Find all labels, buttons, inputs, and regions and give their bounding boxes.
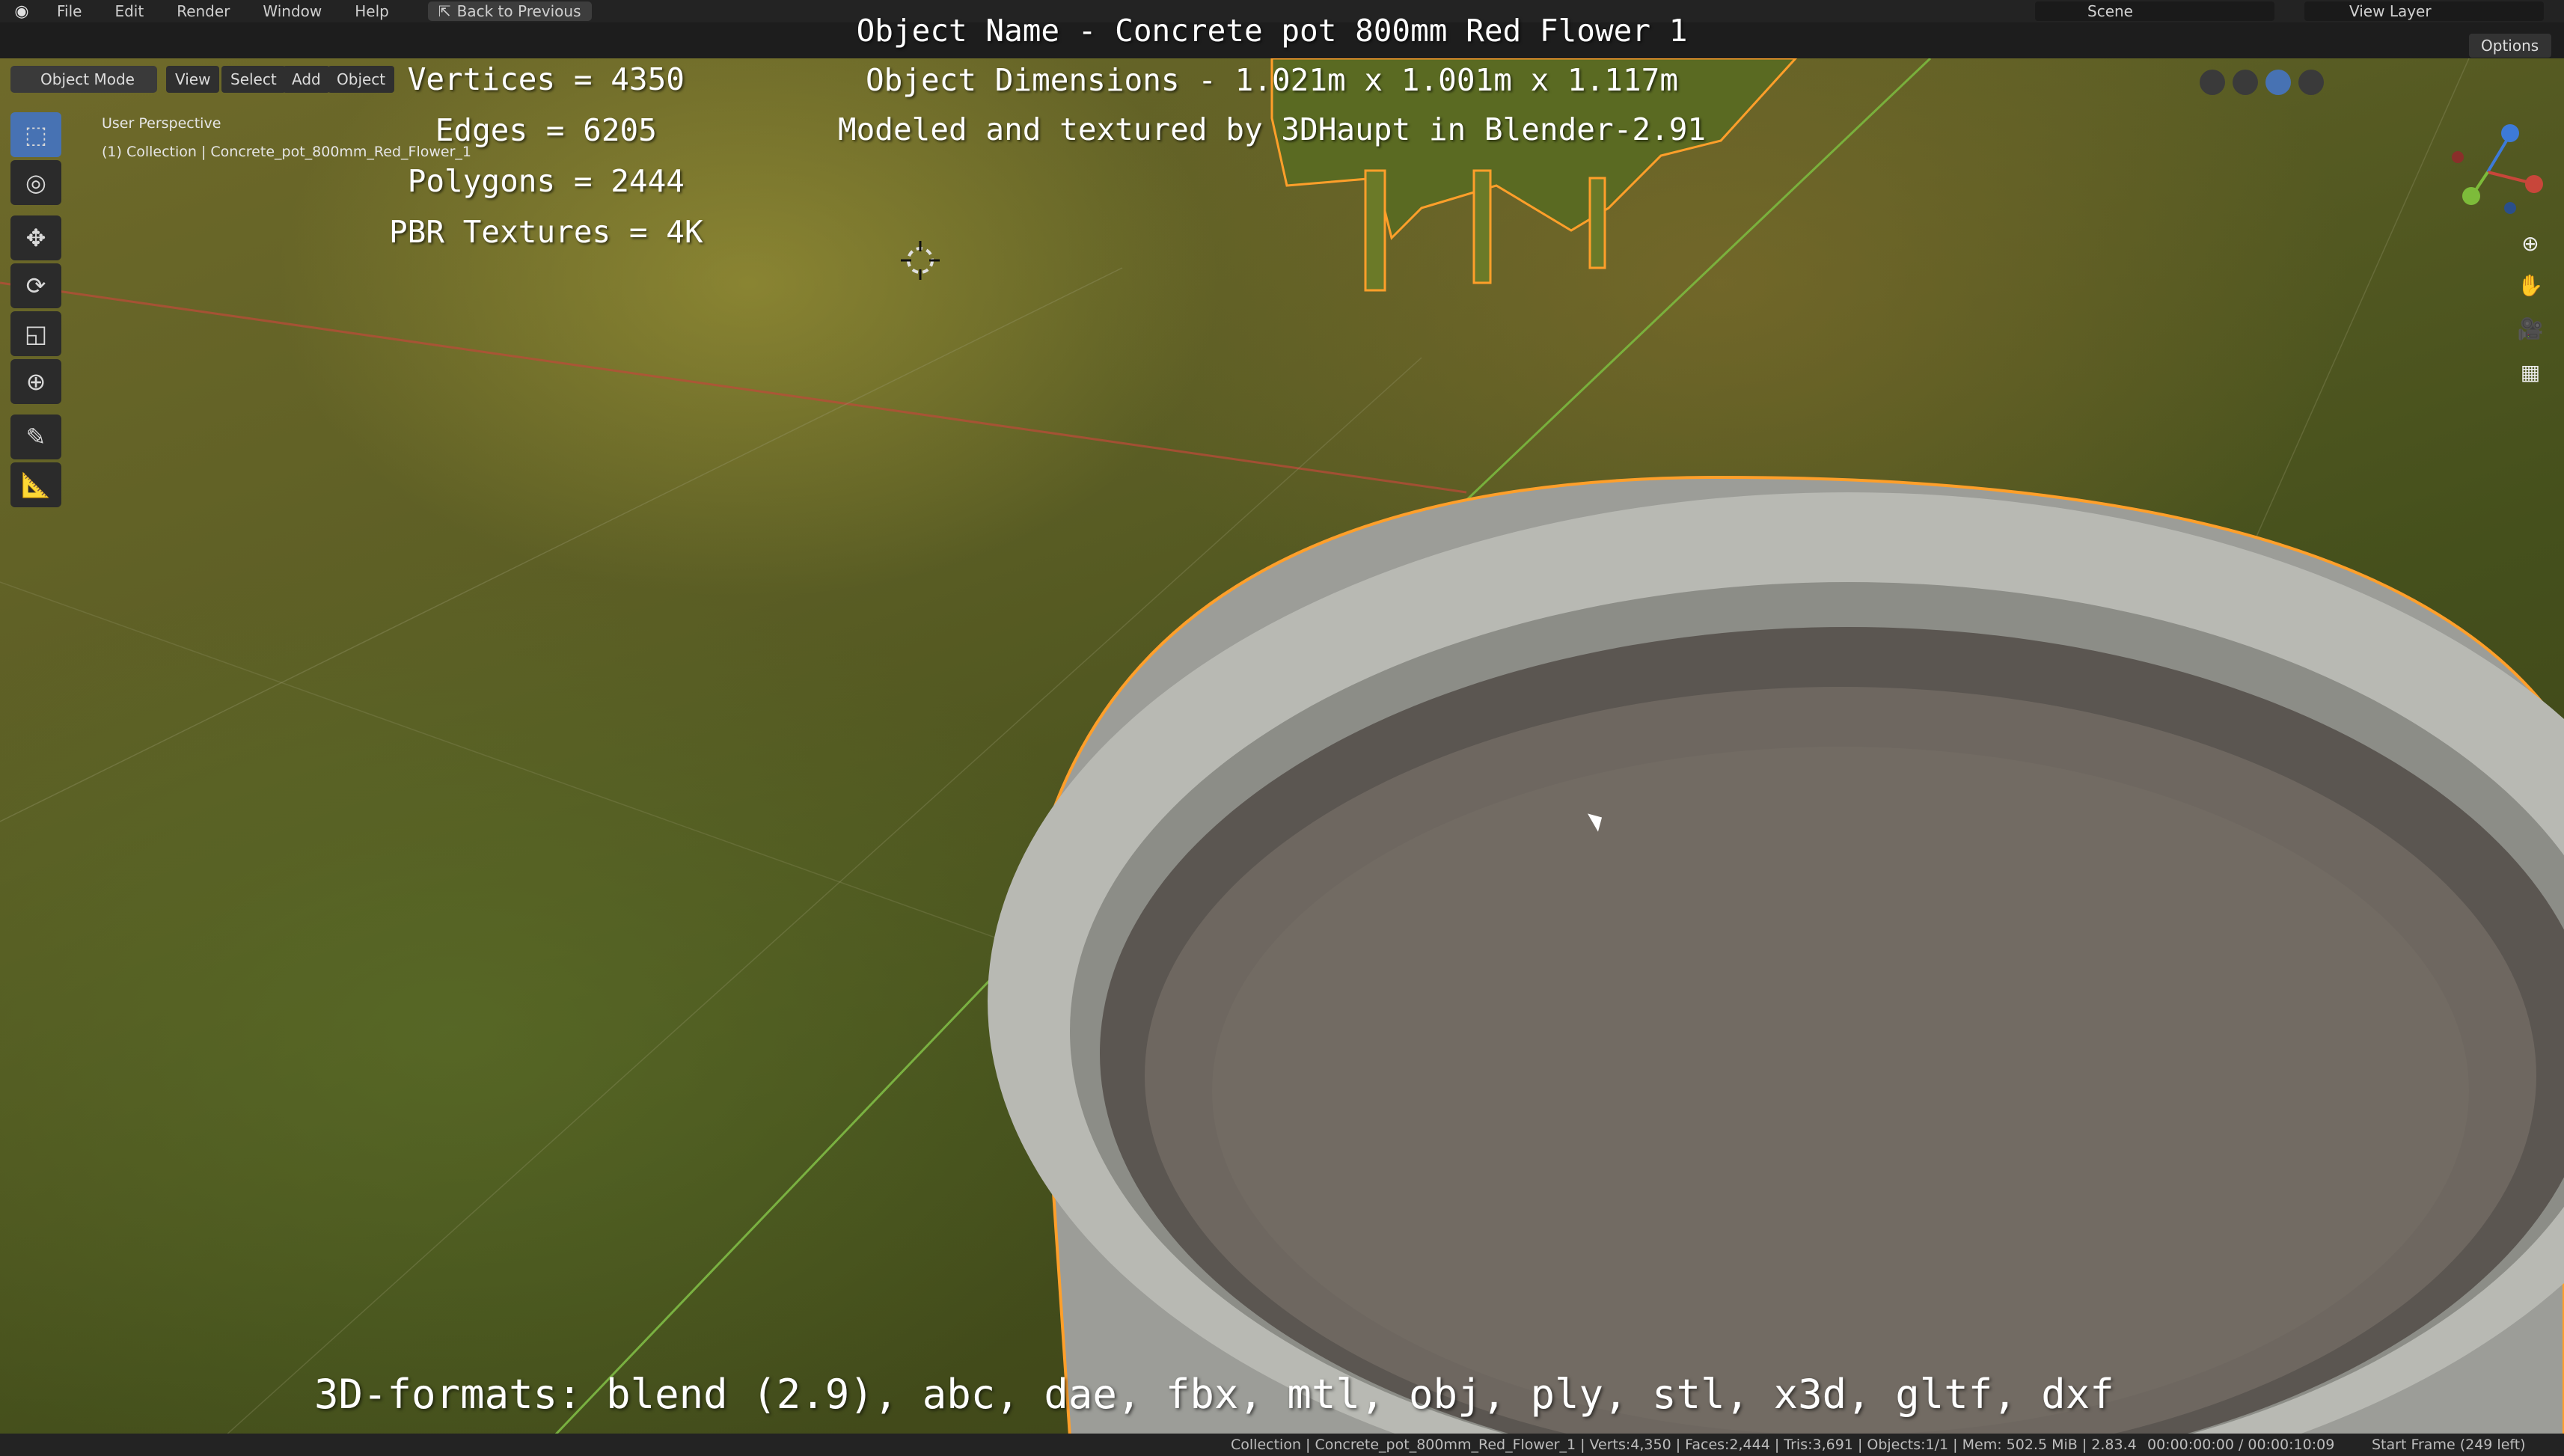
gizmo-x-icon	[2525, 175, 2543, 193]
grid-line	[0, 267, 1123, 822]
scene-selector[interactable]: Scene	[2035, 1, 2274, 21]
back-label: Back to Previous	[456, 2, 581, 20]
shading-material-icon[interactable]	[2265, 70, 2291, 95]
overlay-stats-block: Vertices = 4350 Edges = 6205 Polygons = …	[389, 54, 703, 257]
toolbar-left: ⬚ ◎ ✥ ⟳ ◱ ⊕ ✎ 📐	[10, 112, 66, 510]
measure-tool-icon[interactable]: 📐	[10, 462, 61, 507]
gizmo-y-icon	[2462, 187, 2480, 205]
header-menu-add[interactable]: Add	[283, 66, 330, 93]
menu-window[interactable]: Window	[254, 0, 331, 22]
textures-text: PBR Textures = 4K	[389, 214, 703, 250]
shading-solid-icon[interactable]	[2233, 70, 2258, 95]
camera-view-icon[interactable]: 🎥	[2509, 310, 2551, 347]
view-layer-selector[interactable]: View Layer	[2304, 1, 2544, 21]
concrete-pot[interactable]	[988, 475, 2564, 1437]
options-dropdown[interactable]: Options	[2469, 34, 2551, 58]
back-icon: ⇱	[438, 2, 451, 20]
polygons-text: Polygons = 2444	[407, 163, 685, 199]
object-name-text: Object Name - Concrete pot 800mm Red Flo…	[856, 13, 1688, 49]
shading-wireframe-icon[interactable]	[2200, 70, 2225, 95]
header-menu-select[interactable]: Select	[221, 66, 286, 93]
menu-file[interactable]: File	[48, 0, 91, 22]
blender-logo-icon[interactable]: ◉	[10, 0, 33, 22]
status-time: 00:00:00:00 / 00:00:10:09	[2147, 1437, 2335, 1453]
menu-edit[interactable]: Edit	[105, 0, 153, 22]
grid-line	[0, 581, 1048, 957]
x-axis-line	[0, 281, 1467, 494]
status-bar: Collection | Concrete_pot_800mm_Red_Flow…	[0, 1434, 2564, 1456]
rotate-tool-icon[interactable]: ⟳	[10, 263, 61, 308]
cursor-tool-icon[interactable]: ◎	[10, 160, 61, 205]
header-menu-view[interactable]: View	[166, 66, 220, 93]
shading-rendered-icon[interactable]	[2298, 70, 2324, 95]
menu-render[interactable]: Render	[168, 0, 239, 22]
object-dimensions-text: Object Dimensions - 1.021m x 1.001m x 1.…	[865, 62, 1679, 98]
overlay-title-block: Object Name - Concrete pot 800mm Red Flo…	[823, 6, 1721, 154]
scale-tool-icon[interactable]: ◱	[10, 311, 61, 356]
credit-text: Modeled and textured by 3DHaupt in Blend…	[837, 111, 1707, 147]
viewport-scene	[0, 58, 2564, 1437]
zoom-icon[interactable]: ⊕	[2509, 224, 2551, 262]
annotate-tool-icon[interactable]: ✎	[10, 415, 61, 459]
gizmo-z-icon	[2501, 124, 2519, 142]
status-info: Collection | Concrete_pot_800mm_Red_Flow…	[1231, 1437, 2137, 1453]
menu-help[interactable]: Help	[346, 0, 398, 22]
status-start-frame: Start Frame (249 left)	[2372, 1437, 2526, 1453]
viewport-shading-buttons[interactable]	[2200, 67, 2551, 97]
object-mode-dropdown[interactable]: Object Mode	[10, 66, 157, 93]
navigation-gizmo[interactable]	[2428, 112, 2548, 224]
3d-cursor[interactable]	[901, 241, 940, 280]
transform-tool-icon[interactable]: ⊕	[10, 359, 61, 404]
formats-text: 3D-formats: blend (2.9), abc, dae, fbx, …	[314, 1371, 2114, 1418]
pan-hand-icon[interactable]: ✋	[2509, 266, 2551, 304]
3d-viewport[interactable]	[0, 58, 2564, 1437]
edges-text: Edges = 6205	[435, 112, 657, 148]
move-tool-icon[interactable]: ✥	[10, 215, 61, 260]
select-box-tool-icon[interactable]: ⬚	[10, 112, 61, 157]
back-to-previous-button[interactable]: ⇱ Back to Previous	[427, 1, 592, 21]
header-menu-object[interactable]: Object	[328, 66, 395, 93]
vertices-text: Vertices = 4350	[407, 61, 685, 97]
ortho-grid-icon[interactable]: ▦	[2509, 353, 2551, 391]
